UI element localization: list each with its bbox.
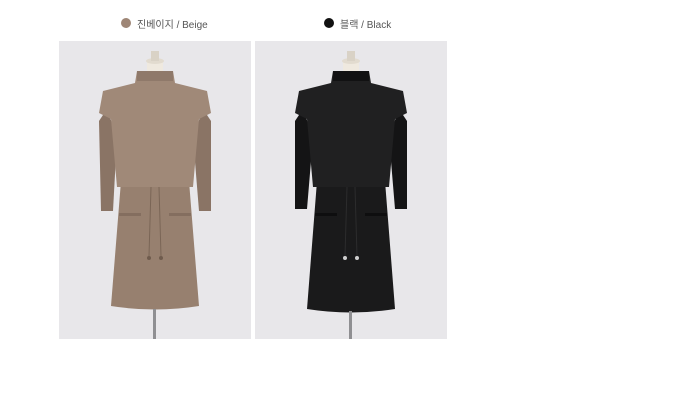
black-swatch-icon — [324, 18, 334, 28]
product-photo-black — [255, 41, 447, 339]
beige-swatch-icon — [121, 18, 131, 28]
color-option-black[interactable]: 블랙 / Black — [324, 16, 392, 31]
dress-beige-image — [99, 51, 211, 339]
color-label-beige: 진베이지 / Beige — [137, 19, 208, 31]
product-photo-beige — [59, 41, 251, 339]
dress-black-image — [295, 51, 407, 339]
color-label-black: 블랙 / Black — [340, 19, 392, 31]
color-option-beige[interactable]: 진베이지 / Beige — [121, 16, 208, 31]
